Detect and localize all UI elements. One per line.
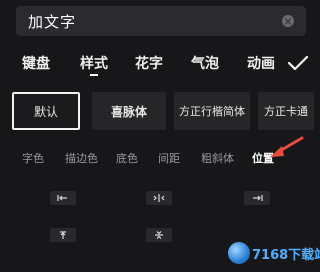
font-list: 默认 喜脉体 方正行楷简体 方正卡通 [0, 92, 320, 132]
clear-icon[interactable] [282, 15, 294, 27]
check-icon[interactable] [287, 55, 309, 71]
subtab-stroke-color[interactable]: 描边色 [65, 150, 98, 166]
text-input[interactable]: 加文字 [16, 6, 306, 36]
tab-style[interactable]: 样式 [72, 53, 116, 73]
subtab-text-color[interactable]: 字色 [22, 150, 44, 166]
font-fangzheng-katong[interactable]: 方正卡通 [258, 92, 314, 130]
pointer-arrow-icon [270, 136, 304, 157]
align-top-button[interactable] [50, 228, 76, 242]
tab-bubble[interactable]: 气泡 [183, 53, 227, 73]
text-input-value: 加文字 [28, 13, 77, 31]
active-tab-indicator [90, 74, 98, 76]
align-left-button[interactable] [50, 191, 76, 205]
globe-logo-icon [228, 242, 250, 264]
align-right-button[interactable] [244, 191, 270, 205]
font-fangzheng-xingkai[interactable]: 方正行楷简体 [174, 92, 250, 130]
subtab-spacing[interactable]: 间距 [158, 150, 180, 166]
font-ximai[interactable]: 喜脉体 [92, 92, 166, 130]
align-top-icon [60, 231, 66, 239]
align-right-icon [253, 195, 263, 201]
watermark-brand: 7168下载站 [252, 248, 320, 263]
align-center-horizontal-icon [153, 194, 165, 202]
tab-keyboard[interactable]: 键盘 [14, 53, 58, 73]
align-left-icon [57, 195, 67, 201]
site-watermark-logo: 7168下载站 [228, 238, 320, 268]
align-center-vertical-button[interactable] [146, 228, 172, 242]
font-default[interactable]: 默认 [12, 92, 80, 130]
tab-bar: 键盘 样式 花字 气泡 动画 [0, 46, 320, 82]
tab-animation[interactable]: 动画 [239, 53, 283, 73]
tab-fancy-text[interactable]: 花字 [127, 53, 171, 73]
align-center-vertical-icon [155, 231, 163, 239]
align-center-horizontal-button[interactable] [146, 191, 172, 205]
subtab-background-color[interactable]: 底色 [116, 150, 138, 166]
subtab-bold-italic[interactable]: 粗斜体 [201, 150, 234, 166]
